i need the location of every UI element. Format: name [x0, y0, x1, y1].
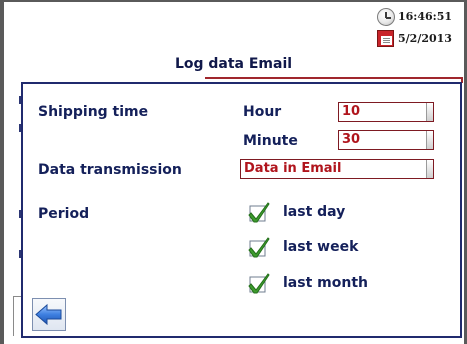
back-button[interactable]: [32, 298, 66, 331]
period-option-label: last week: [283, 239, 359, 255]
period-option-label: last month: [283, 275, 368, 291]
minute-label: Minute: [243, 133, 298, 149]
period-option-last-week[interactable]: [247, 235, 271, 263]
underlying-panel-edge: [13, 296, 14, 336]
checkmark-icon[interactable]: [247, 235, 271, 259]
period-option-last-month[interactable]: [247, 271, 271, 299]
status-date: 5/2/2013: [398, 32, 452, 45]
minute-value: 30: [342, 132, 361, 147]
data-transmission-value: Data in Email: [244, 161, 342, 176]
shipping-time-label: Shipping time: [38, 104, 149, 120]
hour-select[interactable]: 10: [338, 102, 434, 122]
dropdown-arrow-icon[interactable]: [426, 131, 433, 149]
minute-select[interactable]: 30: [338, 130, 434, 150]
calendar-icon: [377, 30, 394, 47]
period-option-last-day[interactable]: [247, 200, 271, 228]
period-label: Period: [38, 206, 90, 222]
hour-label: Hour: [243, 104, 282, 120]
status-time: 16:46:51: [398, 10, 453, 23]
checkmark-icon[interactable]: [247, 271, 271, 295]
page-title: Log data Email: [174, 56, 293, 72]
period-option-label: last day: [283, 204, 346, 220]
device-frame-left: [0, 0, 4, 344]
clock-icon: [377, 8, 395, 26]
device-frame-top: [0, 0, 467, 2]
dropdown-arrow-icon[interactable]: [426, 160, 433, 178]
back-arrow-icon[interactable]: [33, 299, 65, 330]
data-transmission-select[interactable]: Data in Email: [240, 159, 434, 179]
data-transmission-label: Data transmission: [38, 162, 182, 178]
dropdown-arrow-icon[interactable]: [426, 103, 433, 121]
checkmark-icon[interactable]: [247, 200, 271, 224]
underlying-panel-edge: [13, 296, 21, 297]
hour-value: 10: [342, 104, 361, 119]
